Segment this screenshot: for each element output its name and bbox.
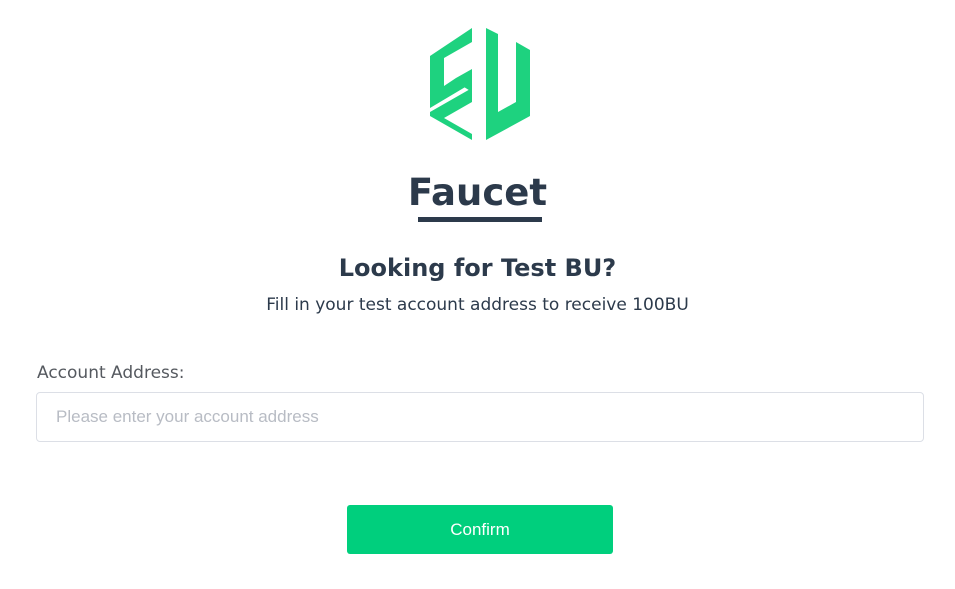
page-subtitle: Looking for Test BU? [338, 254, 617, 282]
account-address-input[interactable] [36, 392, 924, 442]
account-address-label: Account Address: [37, 363, 185, 383]
faucet-page: Faucet Looking for Test BU? Fill in your… [0, 0, 955, 589]
title-underline [418, 217, 542, 222]
bu-hexagon-logo-icon [430, 28, 530, 140]
page-title: Faucet [407, 171, 548, 214]
confirm-button[interactable]: Confirm [347, 505, 613, 554]
page-description: Fill in your test account address to rec… [266, 295, 689, 315]
